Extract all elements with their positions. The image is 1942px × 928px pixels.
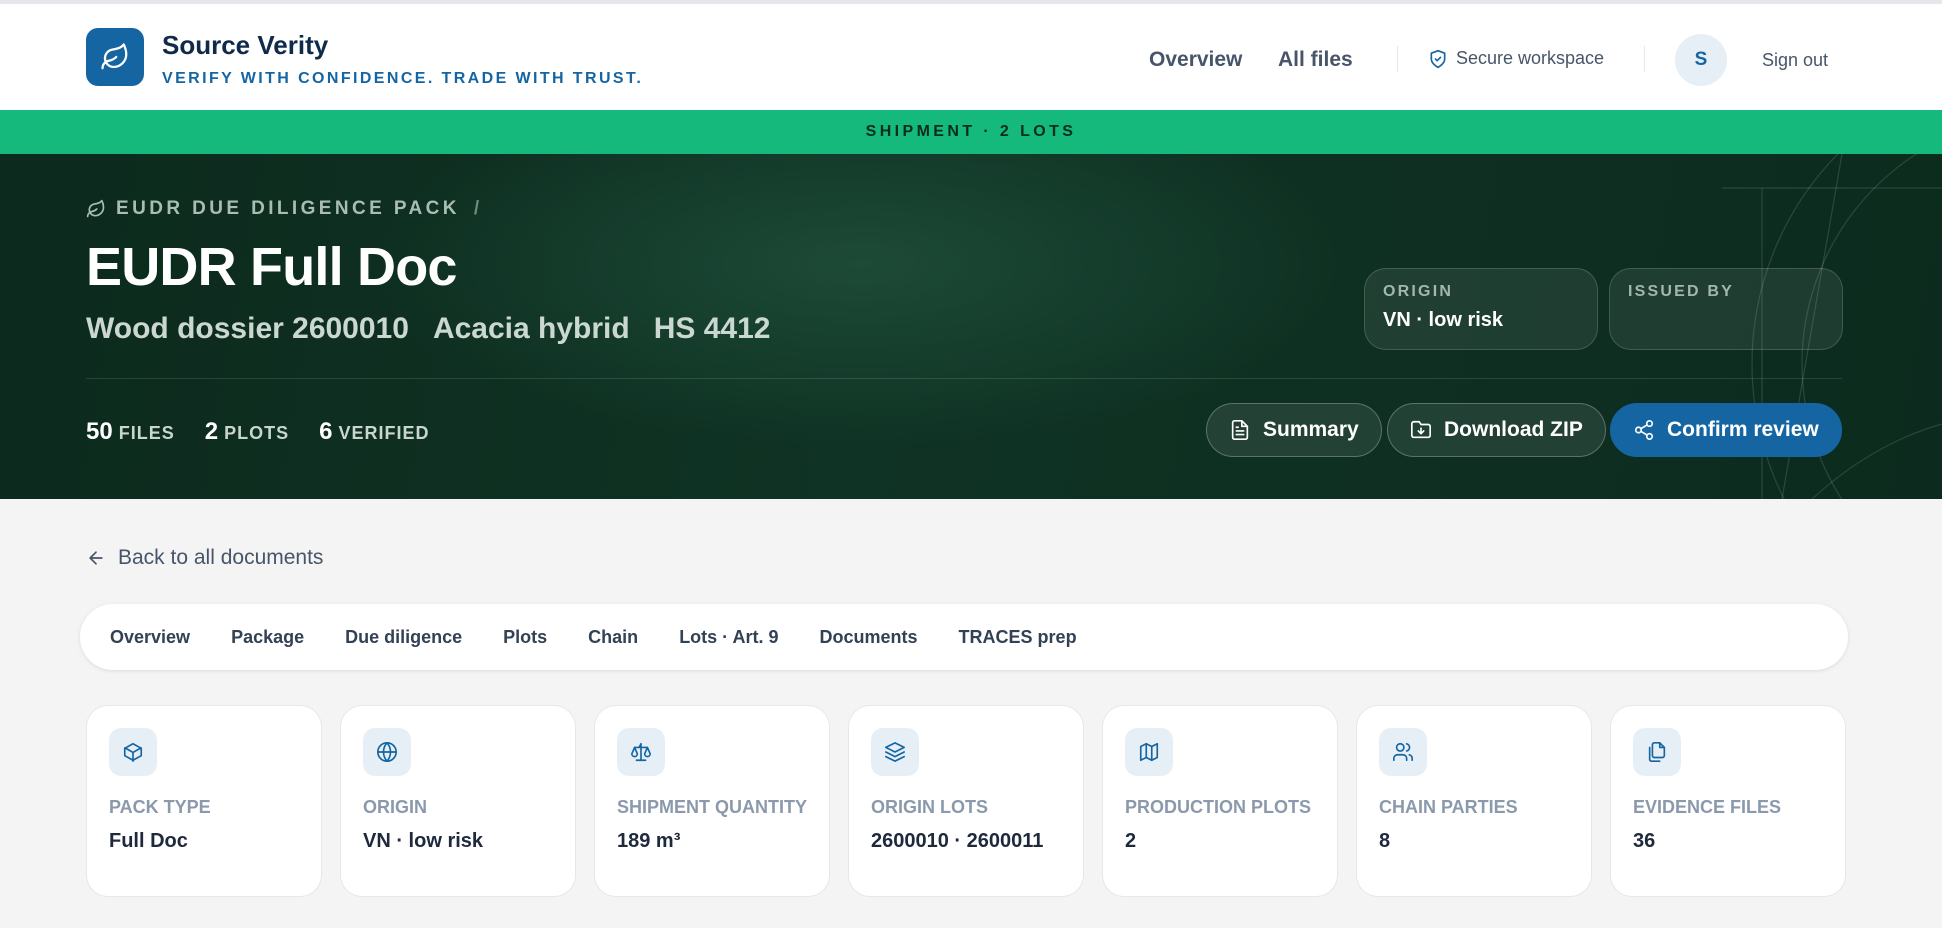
leaf-icon xyxy=(86,199,105,218)
breadcrumb-separator: / xyxy=(473,198,480,219)
share-icon xyxy=(1634,420,1654,440)
tab-documents[interactable]: Documents xyxy=(820,627,918,648)
section-tabs: Overview Package Due diligence Plots Cha… xyxy=(80,604,1848,670)
back-link[interactable]: Back to all documents xyxy=(86,546,323,570)
tab-lots[interactable]: Lots · Art. 9 xyxy=(679,627,778,648)
download-zip-button[interactable]: Download ZIP xyxy=(1387,403,1606,457)
nav-overview-link[interactable]: Overview xyxy=(1149,48,1242,72)
box-icon xyxy=(109,728,157,776)
pack-type-card: PACK TYPE Full Doc xyxy=(86,705,322,897)
hero-banner: EUDR DUE DILIGENCE PACK / EUDR Full Doc … xyxy=(0,154,1942,499)
files-icon xyxy=(1633,728,1681,776)
stat-plots: 2 PLOTS xyxy=(204,418,290,445)
sign-out-link[interactable]: Sign out xyxy=(1762,50,1828,71)
tab-traces-prep[interactable]: TRACES prep xyxy=(959,627,1077,648)
user-avatar[interactable]: S xyxy=(1675,34,1727,86)
issued-by-meta-card: ISSUED BY xyxy=(1609,268,1843,350)
issued-by-meta-label: ISSUED BY xyxy=(1628,283,1735,300)
secure-workspace-indicator: Secure workspace xyxy=(1428,48,1604,69)
hero-divider xyxy=(86,378,1842,379)
arrow-left-icon xyxy=(89,551,103,565)
stat-verified: 6 VERIFIED xyxy=(319,418,430,445)
secure-workspace-label: Secure workspace xyxy=(1456,48,1605,68)
back-link-label: Back to all documents xyxy=(118,546,324,569)
stat-files: 50 FILES xyxy=(86,418,175,445)
hs-code: HS 4412 xyxy=(653,312,771,345)
folder-download-icon xyxy=(1411,420,1431,439)
shield-check-icon xyxy=(1430,49,1446,68)
breadcrumb: EUDR DUE DILIGENCE PACK / xyxy=(86,198,479,220)
origin-meta-card: ORIGIN VN · low risk xyxy=(1364,268,1598,350)
tab-chain[interactable]: Chain xyxy=(588,627,638,648)
users-icon xyxy=(1379,728,1427,776)
brand-logo[interactable] xyxy=(86,28,144,86)
shipment-quantity-card: SHIPMENT QUANTITY 189 m³ xyxy=(594,705,830,897)
tab-overview[interactable]: Overview xyxy=(110,627,190,648)
tab-plots[interactable]: Plots xyxy=(503,627,547,648)
brand-name: Source Verity xyxy=(162,30,329,60)
globe-icon xyxy=(363,728,411,776)
tab-package[interactable]: Package xyxy=(231,627,304,648)
nav-all-files-link[interactable]: All files xyxy=(1278,48,1353,72)
origin-meta-label: ORIGIN xyxy=(1383,283,1454,300)
hero-stats: 50 FILES 2 PLOTS 6 VERIFIED xyxy=(86,418,429,446)
nav-divider xyxy=(1397,46,1398,72)
summary-cards: PACK TYPE Full Doc ORIGIN VN · low risk … xyxy=(86,705,1846,897)
page-subtitle: Wood dossier 2600010 Acacia hybrid HS 44… xyxy=(86,312,770,346)
nav-divider-2 xyxy=(1644,46,1645,72)
evidence-files-card: EVIDENCE FILES 36 xyxy=(1610,705,1846,897)
origin-card: ORIGIN VN · low risk xyxy=(340,705,576,897)
origin-lots-card: ORIGIN LOTS 2600010 · 2600011 xyxy=(848,705,1084,897)
scale-icon xyxy=(617,728,665,776)
brand-tagline: VERIFY WITH CONFIDENCE. TRADE WITH TRUST… xyxy=(162,70,644,87)
page-title: EUDR Full Doc xyxy=(86,237,457,297)
chain-parties-card: CHAIN PARTIES 8 xyxy=(1356,705,1592,897)
summary-button[interactable]: Summary xyxy=(1206,403,1382,457)
tab-due-diligence[interactable]: Due diligence xyxy=(345,627,462,648)
breadcrumb-item[interactable]: EUDR DUE DILIGENCE PACK xyxy=(116,198,460,220)
confirm-review-button[interactable]: Confirm review xyxy=(1610,403,1842,457)
production-plots-card: PRODUCTION PLOTS 2 xyxy=(1102,705,1338,897)
app-header: Source Verity VERIFY WITH CONFIDENCE. TR… xyxy=(0,4,1942,110)
map-icon xyxy=(1125,728,1173,776)
shipment-ribbon: SHIPMENT · 2 LOTS xyxy=(0,110,1942,154)
layers-icon xyxy=(871,728,919,776)
document-icon xyxy=(1231,420,1249,440)
leaf-icon xyxy=(101,43,128,70)
origin-meta-value: VN · low risk xyxy=(1383,309,1504,331)
species-name: Acacia hybrid xyxy=(432,312,630,345)
dossier-id: Wood dossier 2600010 xyxy=(86,312,409,345)
